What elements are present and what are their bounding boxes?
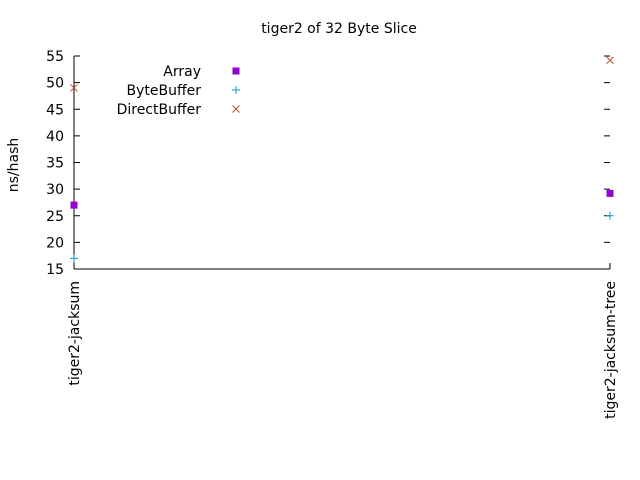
y-tick-label: 45 xyxy=(46,102,64,118)
y-tick-label: 30 xyxy=(46,182,64,198)
legend-label: ByteBuffer xyxy=(127,83,202,99)
legend-marker xyxy=(232,105,240,113)
data-point xyxy=(606,211,614,220)
chart: tiger2 of 32 Byte Slice ns/hash 15 20 25 30… xyxy=(6,21,619,419)
y-tick-label: 25 xyxy=(46,209,64,225)
y-axis-label: ns/hash xyxy=(6,138,22,193)
legend-marker xyxy=(232,86,240,94)
x-tick-label: tiger2-jacksum-tree xyxy=(603,281,619,419)
x-tick-label: tiger2-jacksum xyxy=(67,281,83,386)
data-point xyxy=(606,189,614,197)
data-point xyxy=(70,201,78,209)
x-ticks: tiger2-jacksum tiger2-jacksum-tree xyxy=(67,263,619,419)
y-tick-label: 55 xyxy=(46,49,64,65)
y-tick-label: 35 xyxy=(46,156,64,172)
chart-title: tiger2 of 32 Byte Slice xyxy=(261,21,417,37)
legend-label: Array xyxy=(163,64,201,80)
data-point xyxy=(606,56,614,65)
y-tick-label: 50 xyxy=(46,76,64,92)
y-tick-label: 15 xyxy=(46,262,64,278)
legend-marker xyxy=(232,67,240,75)
y-tick-label: 20 xyxy=(46,235,64,251)
legend-label: DirectBuffer xyxy=(117,102,202,118)
data-point xyxy=(70,254,78,263)
legend: Array ByteBuffer DirectBuffer xyxy=(117,64,240,118)
y-tick-label: 40 xyxy=(46,129,64,145)
